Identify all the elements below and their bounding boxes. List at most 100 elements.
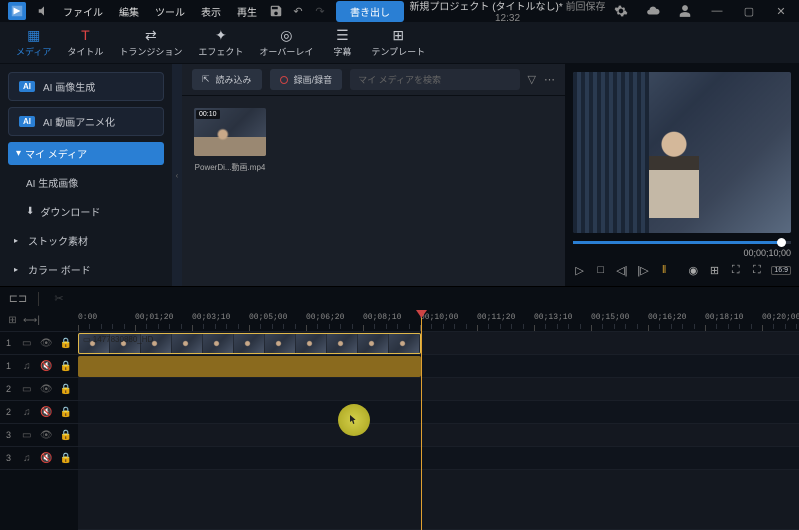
menu-edit[interactable]: 編集 <box>112 2 146 21</box>
track-header-2v[interactable]: 2▭👁🔒 <box>0 378 78 401</box>
import-button[interactable]: ⇱読み込み <box>192 69 262 90</box>
maximize-icon[interactable]: ▢ <box>739 2 759 20</box>
sidebar-item-stock[interactable]: ストック素材 <box>8 229 164 252</box>
sidebar-item-ai-generated[interactable]: AI 生成画像 <box>8 171 164 194</box>
track-headers: ⊞ ⟷| 1▭👁🔒 1♫🔇🔒 2▭👁🔒 2♫🔇🔒 3▭👁🔒 3♫🔇🔒 <box>0 310 78 530</box>
preview-time: 00;00;10;00 <box>743 248 791 258</box>
next-frame-button[interactable]: |▷ <box>636 262 649 278</box>
lock-icon[interactable]: 🔒 <box>60 383 72 396</box>
record-button[interactable]: 録画/録音 <box>270 69 343 90</box>
mute-icon[interactable]: 🔇 <box>40 452 52 465</box>
my-media-header[interactable]: ▾マイ メディア <box>8 142 164 165</box>
menu-play[interactable]: 再生 <box>230 2 264 21</box>
menu-tool[interactable]: ツール <box>148 2 192 21</box>
tab-template[interactable]: ⊞テンプレート <box>363 23 433 62</box>
timeline-split-icon[interactable]: ⊏⊐ <box>8 290 28 308</box>
ai-image-button[interactable]: AIAI 画像生成 <box>8 72 164 101</box>
minimize-icon[interactable]: — <box>707 2 727 20</box>
undo-icon[interactable]: ↶ <box>288 2 308 20</box>
search-input[interactable]: マイ メディアを検索 <box>350 69 519 90</box>
timeline-content[interactable]: 0:0000;01;2000;03;1000;05;0000;06;2000;0… <box>78 310 799 530</box>
track-lane[interactable] <box>78 378 799 401</box>
track-lane[interactable] <box>78 355 799 378</box>
filter-icon[interactable]: ▽ <box>528 73 536 86</box>
lock-icon[interactable]: 🔒 <box>60 360 72 373</box>
timeline-cut-icon[interactable]: ✂ <box>49 290 69 308</box>
sidebar-item-download[interactable]: ⬇ダウンロード <box>8 200 164 223</box>
save-icon[interactable] <box>266 2 286 20</box>
sidebar-collapse[interactable]: ‹ <box>172 64 182 286</box>
tab-transition[interactable]: ⇄トランジション <box>111 23 190 62</box>
lock-icon[interactable]: 🔒 <box>60 406 72 419</box>
tab-effect[interactable]: ✦エフェクト <box>190 23 251 62</box>
track-lane[interactable] <box>78 447 799 470</box>
track-header-2a[interactable]: 2♫🔇🔒 <box>0 401 78 424</box>
visibility-icon[interactable]: 👁 <box>40 383 53 396</box>
ai-video-button[interactable]: AIAI 動画アニメ化 <box>8 107 164 136</box>
close-icon[interactable]: ✕ <box>771 2 791 20</box>
tab-title[interactable]: Tタイトル <box>59 23 111 62</box>
track-header-3a[interactable]: 3♫🔇🔒 <box>0 447 78 470</box>
menu-view[interactable]: 表示 <box>194 2 228 21</box>
ai-badge-icon: AI <box>19 116 35 127</box>
account-icon[interactable] <box>675 2 695 20</box>
loop-icon[interactable]: ◉ <box>687 262 700 278</box>
download-icon: ⬇ <box>26 206 34 217</box>
playhead[interactable] <box>421 310 422 530</box>
video-clip[interactable]: ▭ 1477830880_HD <box>78 333 421 354</box>
settings-icon[interactable] <box>611 2 631 20</box>
clip-icon: ▭ <box>83 335 91 344</box>
media-filename: PowerDi...動画.mp4 <box>194 162 266 173</box>
snap-icon[interactable]: ⟷| <box>25 314 38 327</box>
track-header-3v[interactable]: 3▭👁🔒 <box>0 424 78 447</box>
track-settings-icon[interactable]: ⊞ <box>6 314 19 327</box>
lock-icon[interactable]: 🔒 <box>60 337 72 350</box>
aspect-ratio[interactable]: 16:9 <box>771 266 791 275</box>
mute-icon[interactable]: 🔇 <box>40 406 52 419</box>
track-lane[interactable] <box>78 401 799 424</box>
media-panel: ⇱読み込み 録画/録音 マイ メディアを検索 ▽ ⋯ 00:10 PowerDi… <box>182 64 565 286</box>
preview-video[interactable] <box>573 72 791 233</box>
project-title: 新規プロジェクト (タイトルなし)* 前回保存 12:32 <box>406 0 609 24</box>
transition-icon: ⇄ <box>145 27 157 43</box>
lock-icon[interactable]: 🔒 <box>60 452 72 465</box>
lock-icon[interactable]: 🔒 <box>60 429 72 442</box>
mute-icon[interactable]: 🔇 <box>40 360 52 373</box>
marker-icon[interactable]: ‖ <box>658 262 671 278</box>
media-item[interactable]: 00:10 PowerDi...動画.mp4 <box>194 108 266 173</box>
chevron-left-icon: ‹ <box>176 171 179 180</box>
template-icon: ⊞ <box>392 27 404 43</box>
prev-frame-button[interactable]: ◁| <box>615 262 628 278</box>
track-lane[interactable] <box>78 470 799 530</box>
fullscreen-icon[interactable]: ⛶ <box>750 262 763 278</box>
menu-file[interactable]: ファイル <box>56 2 110 21</box>
volume-icon[interactable] <box>34 2 54 20</box>
play-button[interactable]: ▷ <box>573 262 586 278</box>
effect-icon: ✦ <box>215 27 227 43</box>
video-track-icon: ▭ <box>21 429 33 442</box>
audio-clip[interactable] <box>78 356 421 377</box>
preview-progress[interactable] <box>573 241 791 244</box>
title-icon: T <box>81 27 90 43</box>
visibility-icon[interactable]: 👁 <box>40 337 53 350</box>
track-header-1v[interactable]: 1▭👁🔒 <box>0 332 78 355</box>
tab-overlay[interactable]: ◎オーバーレイ <box>251 23 321 62</box>
tab-media[interactable]: ▦メディア <box>8 23 59 62</box>
cloud-icon[interactable] <box>643 2 663 20</box>
tab-subtitle[interactable]: ☰字幕 <box>321 23 363 62</box>
export-button[interactable]: 書き出し <box>336 1 404 22</box>
timeline-ruler[interactable]: 0:0000;01;2000;03;1000;05;0000;06;2000;0… <box>78 310 799 332</box>
more-icon[interactable]: ⋯ <box>544 73 555 86</box>
track-header-1a[interactable]: 1♫🔇🔒 <box>0 355 78 378</box>
stop-button[interactable]: □ <box>594 262 607 278</box>
video-track-icon: ▭ <box>21 337 33 350</box>
sidebar-item-colorboard[interactable]: カラー ボード <box>8 258 164 281</box>
overlay-icon: ◎ <box>280 27 292 43</box>
snapshot-icon[interactable]: ⛶ <box>729 262 742 278</box>
track-lane[interactable]: ▭ 1477830880_HD <box>78 332 799 355</box>
grid-icon[interactable]: ⊞ <box>708 262 721 278</box>
track-lane[interactable] <box>78 424 799 447</box>
redo-icon[interactable]: ↷ <box>310 2 330 20</box>
visibility-icon[interactable]: 👁 <box>40 429 53 442</box>
ai-badge-icon: AI <box>19 81 35 92</box>
